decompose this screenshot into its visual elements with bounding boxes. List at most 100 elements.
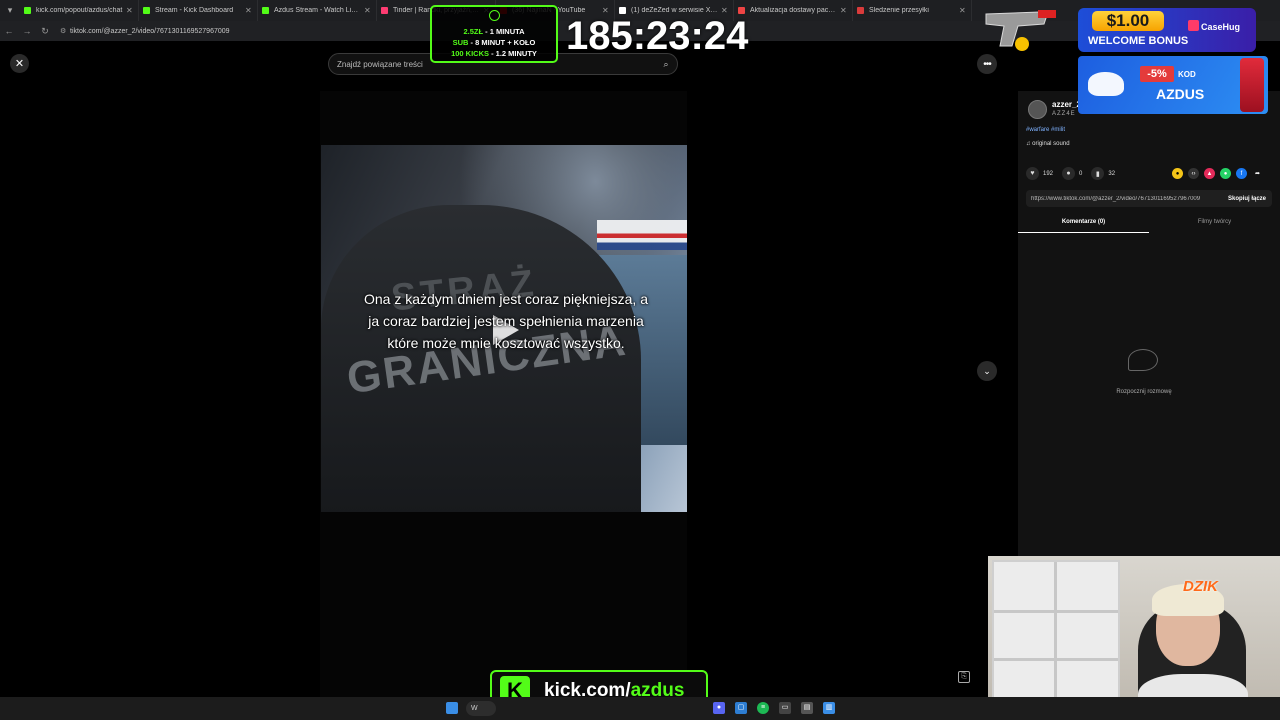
browser-tab[interactable]: kick.com/popout/azdus/chat ✕ <box>20 0 139 21</box>
tab-favicon-icon <box>381 7 388 14</box>
donation-rules-box: 2.5ZŁ - 1 MINUTA SUB - 8 MINUT + KOŁO 10… <box>430 5 558 63</box>
url-field[interactable]: ⚙ tiktok.com/@azzer_2/video/767130116952… <box>60 27 230 36</box>
tab-favicon-icon <box>24 7 31 14</box>
promo-kod-label: KOD <box>1178 70 1196 79</box>
rule-3-amount: 100 KICKS <box>451 49 489 58</box>
promo-percent: -5% <box>1140 66 1174 82</box>
comment-count: 0 <box>1079 170 1083 177</box>
browser-tab[interactable]: Śledzenie przesyłki ✕ <box>853 0 972 21</box>
tab-creator-videos[interactable]: Filmy twórcy <box>1149 215 1280 233</box>
bonus-text: WELCOME BONUS <box>1088 35 1189 47</box>
bull-icon <box>1088 72 1124 96</box>
energy-drink-can <box>1240 58 1264 112</box>
tab-close-icon[interactable]: ✕ <box>126 6 134 15</box>
dzik-logo: DZIK <box>1183 578 1218 595</box>
tab-favicon-icon <box>619 7 626 14</box>
clock-icon <box>489 10 500 21</box>
welcome-bonus-card: $1.00 WELCOME BONUS CaseHug <box>1078 8 1256 52</box>
spotify-icon[interactable]: ≡ <box>757 702 769 714</box>
video-caption: Ona z każdym dniem jest coraz piękniejsz… <box>363 291 648 351</box>
tab-title: Śledzenie przesyłki <box>869 7 929 14</box>
subathon-timer: 185:23:24 <box>566 14 749 58</box>
casehug-logo-icon <box>1188 20 1199 31</box>
tab-favicon-icon <box>143 7 150 14</box>
avatar[interactable] <box>1028 100 1047 119</box>
stats-row: ♥ 192 ● 0 ▮ 32 <box>1026 167 1124 180</box>
site-info-icon[interactable]: ⚙ <box>60 27 70 35</box>
document-icon[interactable]: ⎘ <box>958 671 970 683</box>
tab-close-icon[interactable]: ✕ <box>364 6 372 15</box>
video-player[interactable]: STRAŻ GRANICZNA Ona z każdym dniem jest … <box>321 145 687 512</box>
bonus-brand: CaseHug <box>1201 22 1241 32</box>
link-row: https://www.tiktok.com/@azzer_2/video/76… <box>1026 190 1272 207</box>
bonus-amount: $1.00 <box>1092 11 1164 31</box>
search-icon[interactable]: ⌕ <box>655 59 677 70</box>
tab-close-icon[interactable]: ✕ <box>840 6 848 15</box>
save-button[interactable]: ▮ 32 <box>1091 167 1115 180</box>
taskbar: W ● ▢ ≡ ▭ ▤ ▥ <box>0 697 1280 720</box>
like-count: 192 <box>1043 170 1054 177</box>
tab-title: (1) deZeZed w serwisie X: „Ran <box>631 7 718 14</box>
rule-2-reward: - 8 MINUT + KOŁO <box>468 38 536 47</box>
rule-1-reward: - 1 MINUTA <box>483 27 525 36</box>
browser-tab[interactable]: Azdus Stream - Watch Live on K✕ <box>258 0 377 21</box>
coin-icon[interactable]: ● <box>1172 168 1183 179</box>
app-icon[interactable]: ▢ <box>735 702 747 714</box>
comment-empty-icon <box>1128 349 1158 371</box>
more-options-icon[interactable]: ••• <box>977 54 997 74</box>
files-icon[interactable]: ▤ <box>801 702 813 714</box>
music-link[interactable]: ♫ original sound <box>1026 141 1070 147</box>
rule-line-2: SUB - 8 MINUT + KOŁO <box>432 37 556 48</box>
browser-tab[interactable]: Aktualizacja dostawy paczek ✕ <box>734 0 853 21</box>
taskbar-search-label: W <box>471 705 478 712</box>
rule-2-amount: SUB <box>452 38 469 47</box>
author-id: AZZ4E <box>1052 111 1076 117</box>
send-icon[interactable]: ▲ <box>1204 168 1215 179</box>
close-icon[interactable]: ✕ <box>10 54 29 73</box>
copy-link-button[interactable]: Skopiuj łącze <box>1222 196 1272 202</box>
like-button[interactable]: ♥ 192 <box>1026 167 1053 180</box>
facebook-icon[interactable]: f <box>1236 168 1247 179</box>
embed-icon[interactable]: ‹› <box>1188 168 1199 179</box>
video-flag-stripes <box>597 220 687 250</box>
save-count: 32 <box>1108 170 1116 177</box>
browser-tab[interactable]: Stream - Kick Dashboard ✕ <box>139 0 258 21</box>
video-link[interactable]: https://www.tiktok.com/@azzer_2/video/76… <box>1026 196 1222 202</box>
tab-close-icon[interactable]: ✕ <box>959 6 967 15</box>
heart-icon: ♥ <box>1026 167 1039 180</box>
rule-1-amount: 2.5ZŁ <box>463 27 484 36</box>
webcam-feed: DZIK <box>988 556 1280 720</box>
forward-icon[interactable]: → <box>18 26 36 36</box>
tab-favicon-icon <box>857 7 864 14</box>
back-icon[interactable]: ← <box>0 26 18 36</box>
tab-title: Aktualizacja dostawy paczek <box>750 7 837 14</box>
tab-search-icon[interactable]: ▾ <box>0 0 20 21</box>
rule-3-reward: - 1.2 MINUTY <box>489 49 537 58</box>
tab-title: kick.com/popout/azdus/chat <box>36 7 123 14</box>
share-icons: ● ‹› ▲ ● f ➦ <box>1172 168 1268 179</box>
dzik-promo-banner: -5% KOD AZDUS <box>1078 56 1268 114</box>
discord-icon[interactable]: ● <box>713 702 725 714</box>
rule-line-3: 100 KICKS - 1.2 MINUTY <box>432 48 556 59</box>
reload-icon[interactable]: ↻ <box>36 26 54 37</box>
windows-start-icon[interactable] <box>446 702 458 714</box>
tab-favicon-icon <box>262 7 269 14</box>
bookmark-icon: ▮ <box>1091 167 1105 180</box>
comment-icon: ● <box>1062 167 1076 180</box>
rule-line-1: 2.5ZŁ - 1 MINUTA <box>432 26 556 37</box>
panel-tabs: Komentarze (0) Filmy twórcy <box>1018 215 1280 233</box>
taskbar-search[interactable]: W <box>466 701 496 716</box>
docs-icon[interactable]: ▥ <box>823 702 835 714</box>
author-name[interactable]: azzer_2 <box>1052 100 1081 109</box>
empty-comments-text: Rozpocznij rozmowę <box>1116 389 1172 395</box>
share-arrow-icon[interactable]: ➦ <box>1252 168 1263 179</box>
comment-button[interactable]: ● 0 <box>1062 167 1082 180</box>
whatsapp-icon[interactable]: ● <box>1220 168 1231 179</box>
tab-close-icon[interactable]: ✕ <box>245 6 253 15</box>
chevron-down-icon[interactable]: ⌄ <box>977 361 997 381</box>
hashtags[interactable]: #warfare #milit <box>1026 127 1065 133</box>
tab-comments[interactable]: Komentarze (0) <box>1018 215 1149 233</box>
pistol-icon <box>985 10 1056 51</box>
url-text[interactable]: tiktok.com/@azzer_2/video/76713011695279… <box>70 28 230 35</box>
terminal-icon[interactable]: ▭ <box>779 702 791 714</box>
